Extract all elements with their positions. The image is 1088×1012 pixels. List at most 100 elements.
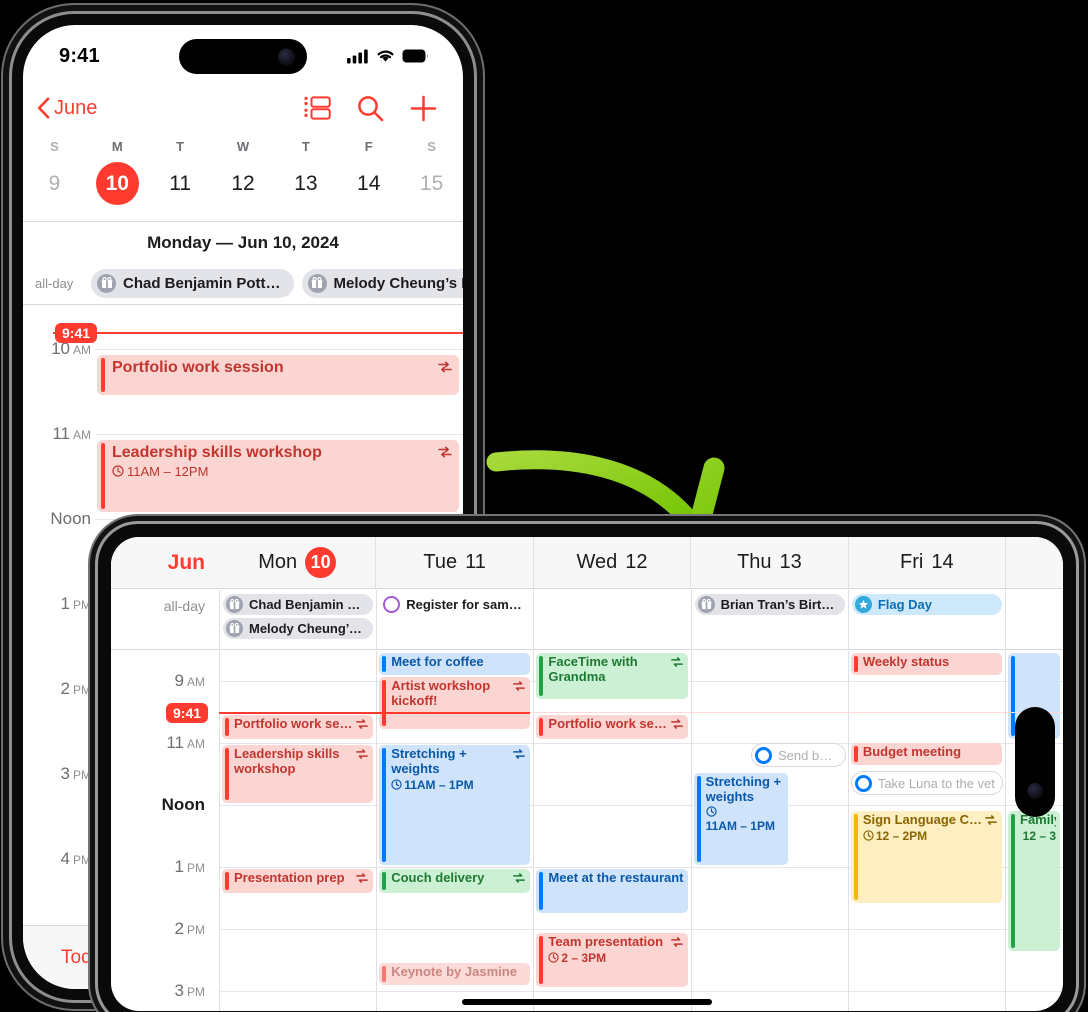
event-block[interactable]: Portfolio work ses… [222,715,374,739]
hour-label: 3 PM [175,981,205,1001]
clock-icon [705,806,717,817]
allday-event-chip[interactable]: Chad Benjamin Pot… [223,594,374,615]
current-time-pill: 9:41 [55,323,98,343]
hour-gridline [95,434,463,435]
event-block[interactable]: Artist workshop kickoff! [379,677,531,729]
home-indicator[interactable] [462,999,712,1005]
allday-event-chip[interactable]: Melody Cheung’s B… [223,618,374,639]
allday-col-thu[interactable]: Brian Tran’s Birthday [690,590,848,649]
day-column-tue[interactable]: Meet for coffee Artist workshop kickoff! [376,651,533,1011]
hour-label: 2 PM [23,679,91,699]
allday-label: all-day [35,275,74,291]
day-header-tue[interactable]: Tue 11 [375,537,532,588]
event-content: Leadership skills workshop [229,745,373,803]
allday-event-chip[interactable]: Brian Tran’s Birthday [694,594,845,615]
event-block[interactable]: Portfolio work ses… [536,715,688,739]
repeat-icon [356,873,369,883]
event-block[interactable]: Sign Language Club 12 – 2PM [850,811,1003,903]
hour-label: 11 AM [166,733,205,753]
repeat-icon [513,873,526,883]
week-day-12[interactable]: 12 [212,162,275,206]
allday-col-wed[interactable] [533,590,690,649]
event-block[interactable]: Couch delivery [379,869,531,893]
event-block[interactable]: Stretching + weights 11AM – 1PM [693,773,789,865]
hour-label: 4 PM [23,849,91,869]
hour-ampm: PM [187,923,205,937]
day-column-mon[interactable]: Portfolio work ses… Leadership skills wo… [219,651,376,1011]
weekday-letter: S [427,139,436,154]
event-content: Budget meeting [858,743,1002,765]
event-block[interactable]: Stretching + weights 11AM – 1PM [379,745,531,865]
clock-icon [1020,835,1021,837]
event-block[interactable]: Meet for coffee [379,653,531,675]
day-column-fri[interactable]: Weekly status Budget meeting Take Luna t… [847,651,1005,1011]
event-block[interactable]: Portfolio work session [97,355,459,395]
reminder-block[interactable]: Send b… [750,743,846,767]
event-block[interactable]: Leadership skills workshop [222,745,374,803]
allday-holiday-chip[interactable]: Flag Day [851,594,1003,615]
weekday-letter: F [364,139,373,154]
day-column-wed[interactable]: FaceTime with Grandma Portfolio work ses… [533,651,690,1011]
allday-col-tue[interactable]: Register for samba… [376,590,533,649]
hour-ampm: AM [73,428,91,442]
week-day-14[interactable]: 14 [337,162,400,206]
event-block[interactable]: Budget meeting [850,743,1003,765]
allday-event-chip[interactable]: Chad Benjamin Pott… [91,268,294,298]
day-header-sat[interactable] [1005,537,1063,588]
event-block[interactable]: FaceTime with Grandma [536,653,688,699]
week-day-11[interactable]: 11 [149,162,212,206]
ipad-device: Jun Mon 10 Tue 11 Wed 12 Thu 13 Fri 14 a… [98,524,1076,1012]
reminder-block[interactable]: Take Luna to the vet [850,771,1004,795]
status-indicators [347,49,429,64]
day-header-fri[interactable]: Fri 14 [847,537,1005,588]
repeat-icon [438,446,452,458]
day-column-sat[interactable]: Family 12 – 3 [1005,651,1063,1011]
week-day-15[interactable]: 15 [400,162,463,206]
allday-label: all-day [163,598,205,614]
allday-col-sat[interactable] [1005,590,1063,649]
event-block[interactable]: Presentation prep [222,869,374,893]
back-to-month-button[interactable]: June [37,97,97,120]
plus-icon[interactable] [410,95,437,122]
allday-reminder-chip[interactable]: Register for samba… [380,594,530,615]
allday-event-title: Melody Cheung’s B… [249,621,365,636]
day-header-thu[interactable]: Thu 13 [690,537,847,588]
hour-label: Noon [23,509,91,529]
clock-icon [391,779,402,791]
week-day-13[interactable]: 13 [274,162,337,206]
repeat-icon [985,815,997,825]
event-block[interactable]: Weekly status [850,653,1003,675]
ipad-week-grid[interactable]: 9 AM 11 AM Noon 1 PM 2 PM 3 PM Portfolio… [111,651,1063,1011]
allday-col-fri[interactable]: Flag Day [847,590,1005,649]
search-icon[interactable] [357,95,384,122]
allday-event-title: Melody Cheung’s Bi… [333,274,463,292]
allday-event-chip[interactable]: Melody Cheung’s Bi… [301,268,463,298]
clock-icon [548,952,560,964]
hour-number: Noon [161,795,205,814]
allday-event-title: Chad Benjamin Pot… [249,597,365,612]
month-label[interactable]: Jun [111,537,219,588]
event-time-text: 11AM – 1PM [705,818,775,833]
chevron-left-icon [37,97,50,119]
hour-number: 3 [174,981,184,1000]
week-day-9[interactable]: 9 [23,162,86,206]
allday-col-mon[interactable]: Chad Benjamin Pot… Melody [219,590,376,649]
day-header-wed[interactable]: Wed 12 [532,537,690,588]
event-block[interactable]: Team presentation 2 – 3PM [536,933,688,987]
front-camera-icon [278,48,295,65]
event-time: 2 – 3PM [548,951,683,965]
list-view-icon[interactable] [304,95,331,121]
hour-label: 3 PM [23,764,91,784]
event-block[interactable]: Keynote by Jasmine [379,963,531,985]
day-header-num: 11 [465,551,486,573]
day-header-mon[interactable]: Mon 10 [219,537,375,588]
battery-icon [402,49,428,63]
week-day-10-selected[interactable]: 10 [86,162,149,206]
day-header-num: 12 [625,551,648,573]
event-block[interactable]: Meet at the restaurant [536,869,688,913]
event-block[interactable]: Leadership skills workshop 11AM – 12PM [97,440,459,512]
hour-number: Noon [50,509,91,528]
day-column-thu[interactable]: Send b… Stretching + weights 11AM – 1PM [690,651,848,1011]
hour-ampm: PM [73,598,91,612]
event-block[interactable]: Family 12 – 3 [1008,811,1061,951]
